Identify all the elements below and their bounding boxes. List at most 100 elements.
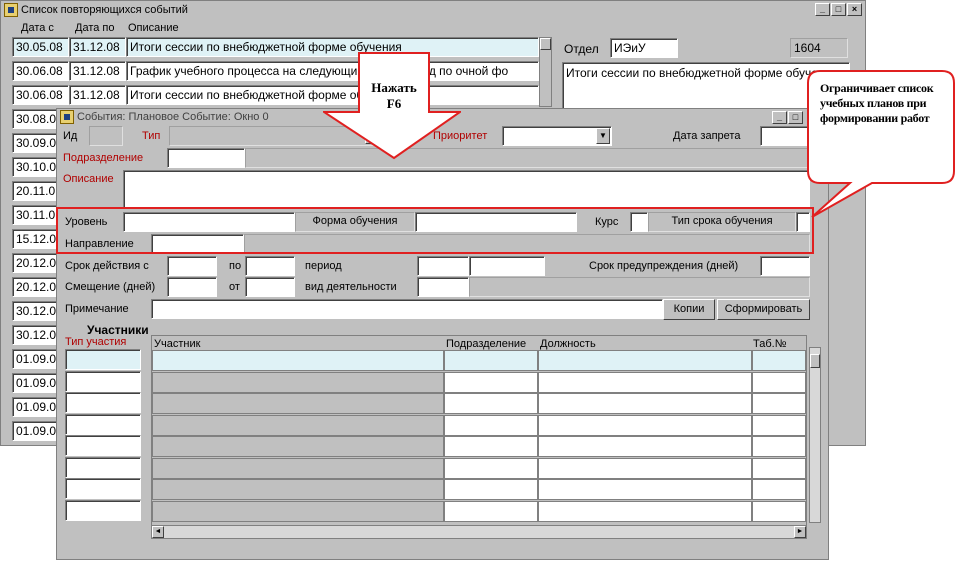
division-cell[interactable]: [444, 436, 538, 457]
participant-type-cell[interactable]: [65, 349, 141, 370]
participant-type-cell[interactable]: [65, 478, 141, 499]
tab-number-cell[interactable]: [752, 457, 806, 479]
participant-cell[interactable]: [152, 436, 444, 457]
row-date-from[interactable]: 20.12.0: [12, 277, 58, 297]
press-f6-line2: F6: [386, 96, 402, 111]
scroll-right-arrow-icon[interactable]: ►: [794, 526, 806, 538]
position-cell[interactable]: [538, 500, 752, 522]
position-cell[interactable]: [538, 414, 752, 436]
division-cell[interactable]: [444, 371, 538, 393]
participant-type-cell[interactable]: [65, 370, 141, 392]
row-date-to[interactable]: 31.12.08: [69, 61, 126, 81]
highlight-frame: [56, 207, 814, 254]
division-cell[interactable]: [444, 414, 538, 436]
description-field[interactable]: [123, 170, 810, 208]
back-description-text: Итоги сессии по внебюджетной форме обуче…: [566, 66, 838, 80]
events-list-scrollbar[interactable]: [539, 37, 552, 107]
period-unit-field[interactable]: [469, 256, 545, 276]
row-date-to[interactable]: 31.12.08: [69, 37, 126, 57]
division-cell[interactable]: [444, 350, 538, 371]
row-date-from[interactable]: 30.05.08: [12, 37, 69, 57]
row-date-from[interactable]: 01.09.0: [12, 421, 58, 441]
close-button[interactable]: ×: [847, 3, 862, 16]
valid-to-field[interactable]: [245, 256, 295, 276]
position-cell[interactable]: [538, 350, 752, 371]
col-header-date-to: Дата по: [75, 22, 115, 34]
division-cell[interactable]: [444, 500, 538, 522]
row-date-from[interactable]: 30.06.08: [12, 85, 69, 105]
minimize-button[interactable]: _: [815, 3, 830, 16]
participant-cell[interactable]: [152, 350, 444, 371]
participant-cell[interactable]: [152, 457, 444, 479]
division-cell[interactable]: [444, 393, 538, 414]
division-cell[interactable]: [444, 457, 538, 479]
maximize-button[interactable]: □: [831, 3, 846, 16]
note-bubble-text: Ограничивает список учебных планов при ф…: [820, 81, 934, 125]
scroll-left-arrow-icon[interactable]: ◄: [152, 526, 164, 538]
tab-number-cell[interactable]: [752, 371, 806, 393]
row-date-from[interactable]: 30.10.0: [12, 157, 58, 177]
position-cell[interactable]: [538, 371, 752, 393]
participant-cell[interactable]: [152, 393, 444, 414]
row-date-from[interactable]: 01.09.0: [12, 397, 58, 417]
participant-cell[interactable]: [152, 371, 444, 393]
row-date-from[interactable]: 30.08.0: [12, 109, 58, 129]
participant-type-cell[interactable]: [65, 456, 141, 478]
shift-from-field[interactable]: [245, 277, 295, 297]
row-date-to[interactable]: 31.12.08: [69, 85, 126, 105]
division-field[interactable]: [167, 148, 245, 168]
type-label: Тип: [142, 130, 161, 142]
row-date-from[interactable]: 01.09.0: [12, 349, 58, 369]
tab-number-cell[interactable]: [752, 500, 806, 522]
position-cell[interactable]: [538, 436, 752, 457]
id-field: [89, 126, 123, 146]
period-field[interactable]: [417, 256, 469, 276]
row-date-from[interactable]: 30.12.0: [12, 301, 58, 321]
row-date-from[interactable]: 30.11.0: [12, 205, 58, 225]
participant-cell[interactable]: [152, 414, 444, 436]
row-date-from[interactable]: 01.09.0: [12, 373, 58, 393]
copy-button[interactable]: Копии: [663, 299, 715, 320]
row-date-from[interactable]: 20.12.0: [12, 253, 58, 273]
tab-number-cell[interactable]: [752, 436, 806, 457]
dept-code-field: 1604: [790, 38, 848, 58]
valid-from-field[interactable]: [167, 256, 217, 276]
tab-number-cell[interactable]: [752, 479, 806, 500]
grid-header-position: Должность: [540, 338, 596, 350]
participant-cell[interactable]: [152, 500, 444, 522]
dept-field[interactable]: ИЭиУ: [610, 38, 678, 58]
participant-type-cell[interactable]: [65, 413, 141, 435]
position-cell[interactable]: [538, 457, 752, 479]
position-cell[interactable]: [538, 393, 752, 414]
participant-type-cell[interactable]: [65, 499, 141, 521]
division-cell[interactable]: [444, 479, 538, 500]
activity-name-field: [469, 277, 810, 297]
row-date-from[interactable]: 30.09.0: [12, 133, 58, 153]
grid-horizontal-scrollbar[interactable]: ◄ ►: [152, 525, 806, 538]
participant-cell[interactable]: [152, 479, 444, 500]
tab-number-cell[interactable]: [752, 393, 806, 414]
activity-field[interactable]: [417, 277, 469, 297]
row-date-from[interactable]: 15.12.0: [12, 229, 58, 249]
ban-date-field[interactable]: [760, 126, 810, 146]
warn-term-field[interactable]: [760, 256, 810, 276]
description-label: Описание: [63, 173, 114, 185]
division-label: Подразделение: [63, 152, 144, 164]
minimize-button[interactable]: _: [772, 111, 787, 124]
period-label: период: [305, 260, 342, 272]
row-date-from[interactable]: 20.11.0: [12, 181, 58, 201]
form-button[interactable]: Сформировать: [717, 299, 810, 320]
row-date-from[interactable]: 30.12.0: [12, 325, 58, 345]
shift-field[interactable]: [167, 277, 217, 297]
note-field[interactable]: [151, 299, 663, 319]
tab-number-cell[interactable]: [752, 414, 806, 436]
priority-dropdown-arrow[interactable]: ▼: [596, 128, 610, 144]
grid-vertical-scrollbar[interactable]: [809, 347, 821, 523]
participant-type-cell[interactable]: [65, 435, 141, 456]
row-date-from[interactable]: 30.06.08: [12, 61, 69, 81]
maximize-button[interactable]: □: [788, 111, 803, 124]
tab-number-cell[interactable]: [752, 350, 806, 371]
position-cell[interactable]: [538, 479, 752, 500]
planned-event-window: События: Плановое Событие: Окно 0 _ □ Ид…: [56, 108, 829, 560]
participant-type-cell[interactable]: [65, 392, 141, 413]
